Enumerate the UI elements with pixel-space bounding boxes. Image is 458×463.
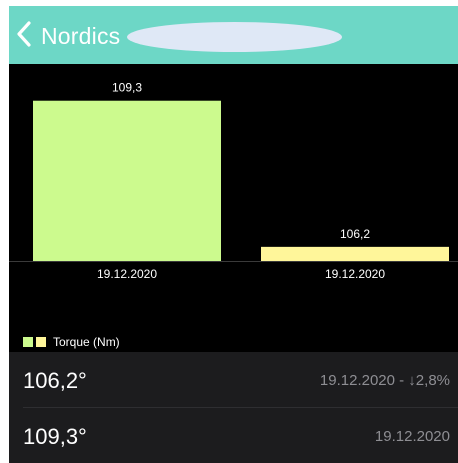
legend-swatch-2	[36, 337, 46, 347]
nav-header: Nordics	[9, 6, 458, 64]
legend-swatch-1	[23, 337, 33, 347]
torque-chart: 109,3 19.12.2020 106,2 19.12.2020 Torque (N…	[9, 64, 458, 352]
list-item[interactable]: 109,3° 19.12.2020	[9, 408, 458, 463]
list-item-value: 109,3°	[23, 424, 87, 449]
chevron-left-icon	[15, 20, 33, 53]
chart-svg: 109,3 19.12.2020 106,2 19.12.2020	[9, 81, 458, 281]
back-button[interactable]: Nordics	[15, 20, 125, 52]
app-screen: Nordics 109,3 19.12.2020 106,2 19.12.2020 T…	[9, 6, 458, 463]
list-item-meta: 19.12.2020	[374, 428, 450, 445]
redacted-title	[127, 22, 342, 52]
list-item[interactable]: 106,2° 19.12.2020 - ↓2,8%	[9, 352, 458, 408]
data-label-1: 109,3	[112, 81, 142, 95]
list-item-meta: 19.12.2020 - ↓2,8%	[319, 372, 450, 389]
list-item-value: 106,2°	[23, 368, 87, 393]
chart-legend: Torque (Nm)	[23, 335, 120, 349]
x-tick-label-1: 19.12.2020	[97, 267, 157, 281]
bar-1	[33, 100, 221, 261]
data-label-2: 106,2	[340, 227, 370, 241]
back-label: Nordics	[41, 22, 121, 49]
legend-label: Torque (Nm)	[53, 335, 120, 349]
bar-2	[261, 246, 449, 261]
measurement-list: 106,2° 19.12.2020 - ↓2,8% 109,3° 19.12.2…	[9, 352, 458, 463]
x-tick-label-2: 19.12.2020	[325, 267, 385, 281]
